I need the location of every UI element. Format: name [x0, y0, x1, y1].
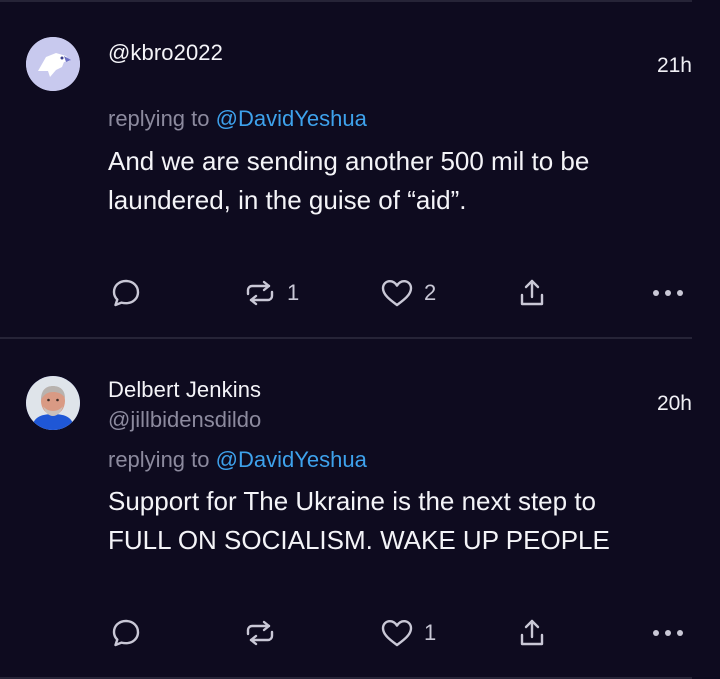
repost-count: 1: [287, 280, 300, 305]
reply-context: replying to @DavidYeshua: [108, 447, 367, 473]
repost-icon: [246, 280, 274, 306]
post-time: 20h: [656, 392, 692, 415]
reply-prefix: replying to: [108, 447, 216, 472]
reply-mention-link[interactable]: @DavidYeshua: [216, 106, 367, 131]
like-button[interactable]: 2: [380, 273, 436, 313]
post-text-line: Support for The Ukraine is the next step…: [108, 486, 597, 516]
heart-icon: [381, 280, 413, 307]
post-actions: 1: [0, 613, 720, 653]
profile-photo-avatar[interactable]: [26, 376, 80, 430]
more-icon: [653, 290, 683, 296]
reply-mention-link[interactable]: @DavidYeshua: [216, 447, 367, 472]
share-icon: [520, 279, 544, 306]
repost-icon: [246, 620, 274, 646]
eagle-avatar-icon[interactable]: [26, 37, 80, 91]
author-handle[interactable]: @jillbidensdildo: [108, 407, 261, 433]
author-name[interactable]: @kbro2022: [108, 40, 223, 66]
post-text-line: laundered, in the guise of “aid”.: [108, 185, 467, 215]
heart-icon: [381, 620, 413, 647]
post-text: Support for The Ukraine is the next step…: [108, 482, 678, 560]
share-button[interactable]: [517, 273, 547, 313]
reply-prefix: replying to: [108, 106, 216, 131]
comment-icon: [112, 619, 140, 647]
comment-icon: [112, 279, 140, 307]
more-options-button[interactable]: [651, 273, 685, 313]
more-options-button[interactable]: [651, 613, 685, 653]
reply-context: replying to @DavidYeshua: [108, 106, 367, 132]
post-text-line: FULL ON SOCIALISM. WAKE UP PEOPLE: [108, 525, 610, 555]
like-button[interactable]: 1: [380, 613, 436, 653]
post-text-line: And we are sending another 500 mil to be: [108, 146, 590, 176]
post-text: And we are sending another 500 mil to be…: [108, 142, 678, 220]
repost-button[interactable]: [243, 613, 287, 653]
post-time: 21h: [656, 54, 692, 77]
more-icon: [653, 630, 683, 636]
like-count: 1: [424, 620, 437, 645]
author-name[interactable]: Delbert Jenkins: [108, 377, 261, 403]
post-actions: 1 2: [0, 273, 720, 313]
like-count: 2: [424, 280, 437, 305]
share-icon: [520, 619, 544, 646]
reply-button[interactable]: [110, 273, 142, 313]
post-card[interactable]: @kbro2022 21h replying to @DavidYeshua A…: [0, 0, 720, 338]
reply-button[interactable]: [110, 613, 142, 653]
share-button[interactable]: [517, 613, 547, 653]
repost-button[interactable]: 1: [243, 273, 299, 313]
post-card[interactable]: Delbert Jenkins @jillbidensdildo 20h rep…: [0, 339, 720, 679]
